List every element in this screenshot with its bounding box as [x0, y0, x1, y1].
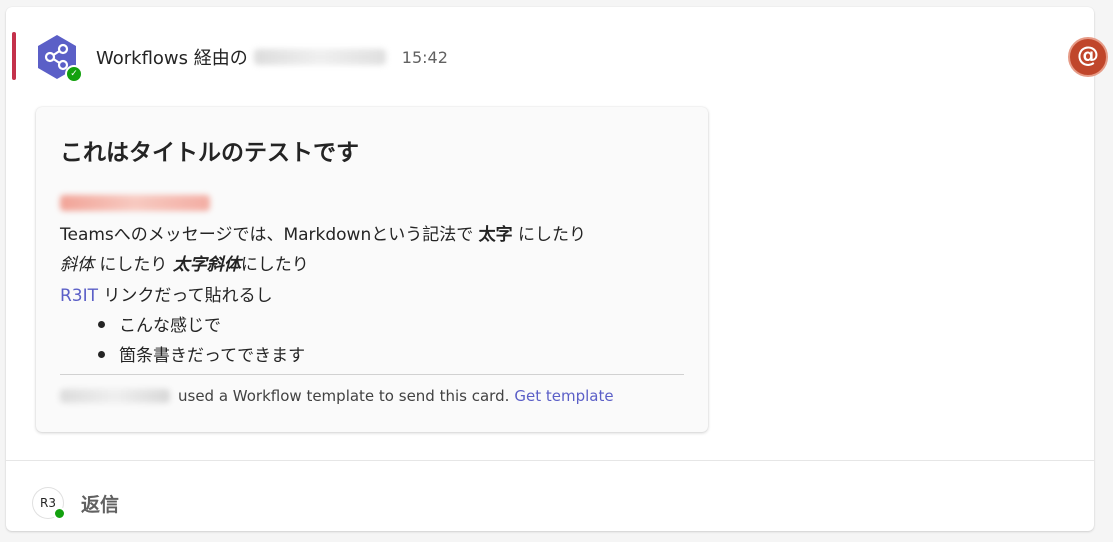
workflows-avatar[interactable]: ✓	[33, 33, 83, 83]
reply-button[interactable]: 返信	[81, 490, 119, 517]
message-header: Workflows 経由の 15:42	[96, 44, 448, 70]
line2-bold-italic: 太字斜体	[172, 255, 241, 275]
message-timestamp[interactable]: 15:42	[402, 48, 448, 67]
mention-accent-bar	[12, 32, 16, 80]
line1-bold: 太字	[478, 225, 513, 245]
list-item: こんな感じで	[98, 311, 221, 336]
line3-text: リンクだって貼れるし	[98, 286, 273, 306]
footer-text: used a Workflow template to send this ca…	[178, 387, 510, 405]
card-text-line-3: R3IT リンクだって貼れるし	[60, 281, 273, 306]
bullet-text: 箇条書きだってできます	[119, 346, 306, 366]
mention-at-icon[interactable]: @	[1068, 37, 1108, 77]
avatar-initials: R3	[40, 496, 56, 510]
get-template-link[interactable]: Get template	[514, 387, 613, 405]
card-footer: used a Workflow template to send this ca…	[60, 387, 614, 405]
card-text-line-1: Teamsへのメッセージでは、Markdownという記法で 太字 にしたり	[60, 220, 586, 245]
bullet-text: こんな感じで	[119, 316, 221, 336]
list-item: 箇条書きだってできます	[98, 341, 305, 366]
user-avatar[interactable]: R3	[33, 488, 66, 520]
sender-name[interactable]: Workflows 経由の	[96, 44, 248, 70]
line1-text: Teamsへのメッセージでは、Markdownという記法で	[60, 225, 479, 245]
redacted-mention	[60, 195, 210, 211]
r3it-link[interactable]: R3IT	[60, 286, 98, 306]
redacted-user-name	[60, 389, 170, 403]
presence-available-icon: ✓	[65, 65, 83, 83]
message-post: ✓ Workflows 経由の 15:42 @ これはタイトルのテストです Te…	[6, 7, 1108, 531]
adaptive-card: これはタイトルのテストです Teamsへのメッセージでは、Markdownという…	[36, 107, 708, 432]
card-text-line-2: 斜体 にしたり 太字斜体にしたり	[60, 250, 309, 275]
line1-text-end: にしたり	[512, 225, 587, 245]
card-divider	[60, 374, 684, 375]
redacted-user-name	[253, 49, 386, 65]
line2-text: にしたり	[94, 255, 173, 275]
presence-available-icon	[53, 507, 66, 520]
bullet-dot-icon	[98, 320, 105, 328]
line2-italic: 斜体	[60, 255, 94, 275]
bullet-dot-icon	[98, 350, 105, 358]
line2-text-end: にしたり	[240, 255, 309, 275]
card-title: これはタイトルのテストです	[60, 140, 359, 166]
reply-divider	[6, 460, 1094, 461]
